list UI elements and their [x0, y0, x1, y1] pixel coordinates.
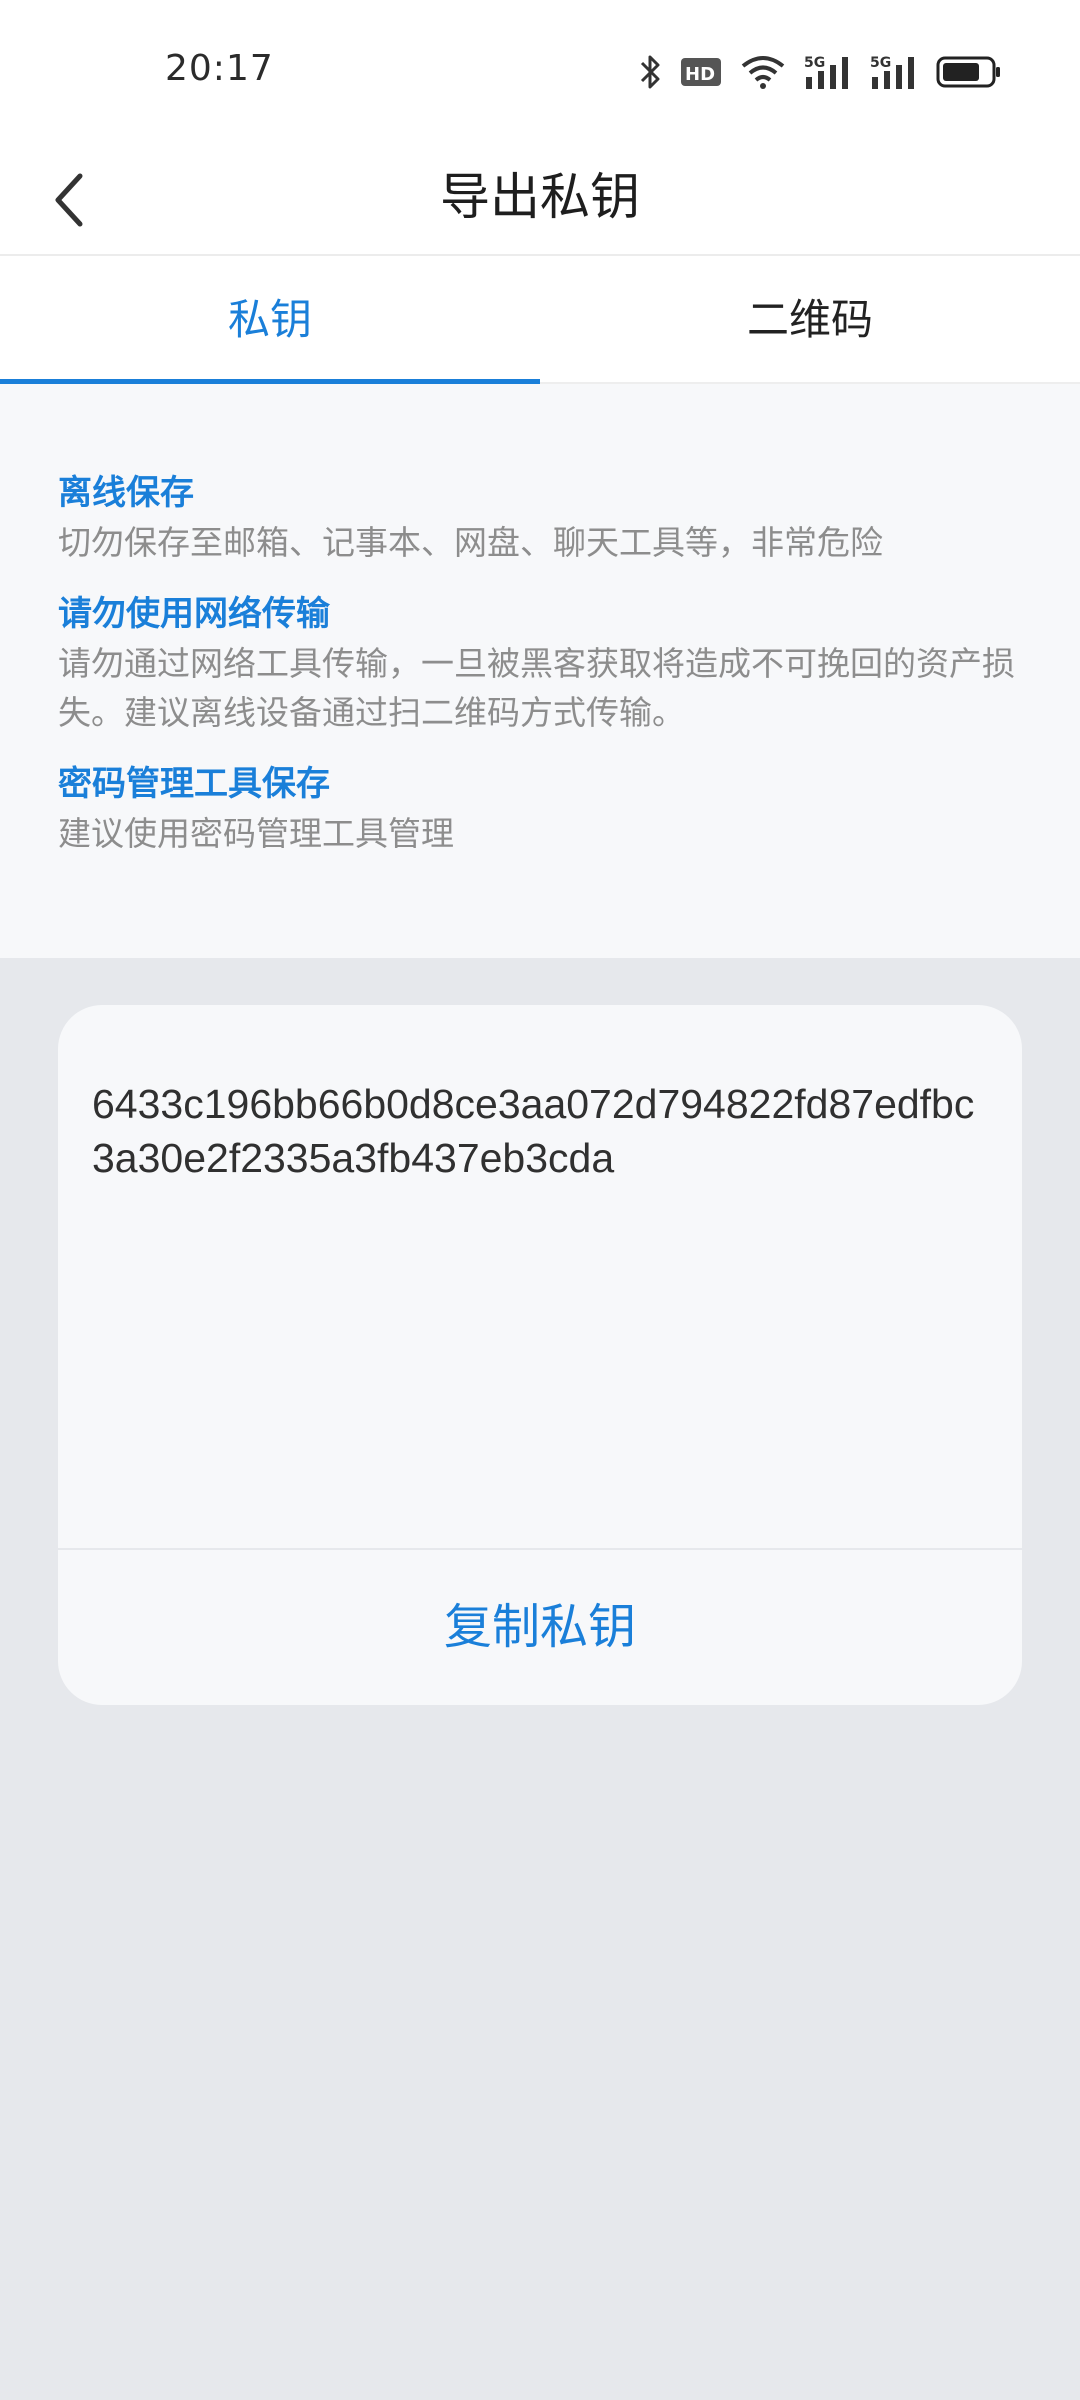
- tip-password-manager: 密码管理工具保存 建议使用密码管理工具管理: [58, 759, 1022, 858]
- tip-no-network-transfer: 请勿使用网络传输 请勿通过网络工具传输，一旦被黑客获取将造成不可挽回的资产损失。…: [58, 589, 1022, 737]
- private-key-card: 6433c196bb66b0d8ce3aa072d794822fd87edfbc…: [58, 1005, 1022, 1705]
- status-icons: HD 5G 5G: [638, 50, 1002, 94]
- tip-description: 请勿通过网络工具传输，一旦被黑客获取将造成不可挽回的资产损失。建议离线设备通过扫…: [58, 644, 1015, 732]
- tip-title: 请勿使用网络传输: [58, 594, 330, 634]
- signal-5g-icon: 5G: [804, 53, 852, 91]
- page-title: 导出私钥: [440, 168, 640, 226]
- svg-text:HD: HD: [685, 64, 715, 85]
- hd-icon: HD: [680, 56, 722, 88]
- signal-5g-icon: 5G: [870, 53, 918, 91]
- tab-qr-code[interactable]: 二维码: [540, 256, 1080, 382]
- tip-offline-storage: 离线保存 切勿保存至邮箱、记事本、网盘、聊天工具等，非常危险: [58, 468, 1022, 567]
- status-time: 20:17: [165, 48, 274, 89]
- bluetooth-icon: [638, 53, 662, 91]
- tab-private-key[interactable]: 私钥: [0, 256, 540, 384]
- tip-description: 切勿保存至邮箱、记事本、网盘、聊天工具等，非常危险: [58, 523, 883, 562]
- wifi-icon: [740, 54, 786, 90]
- svg-text:5G: 5G: [804, 55, 825, 71]
- copy-private-key-button[interactable]: 复制私钥: [58, 1550, 1022, 1705]
- svg-text:5G: 5G: [870, 55, 891, 71]
- tab-bar: 私钥 二维码: [0, 256, 1080, 384]
- tip-title: 离线保存: [58, 473, 194, 513]
- header: 导出私钥: [0, 140, 1080, 256]
- tip-title: 密码管理工具保存: [58, 764, 330, 804]
- security-tips: 离线保存 切勿保存至邮箱、记事本、网盘、聊天工具等，非常危险 请勿使用网络传输 …: [0, 384, 1080, 958]
- tip-description: 建议使用密码管理工具管理: [58, 814, 454, 853]
- battery-icon: [936, 56, 1002, 88]
- status-bar: 20:17 HD 5G 5G: [0, 0, 1080, 140]
- private-key-text: 6433c196bb66b0d8ce3aa072d794822fd87edfbc…: [92, 1081, 975, 1181]
- screen: 20:17 HD 5G 5G 导出私钥 私钥 二维码 离线保存 切勿保存至邮箱、…: [0, 0, 1080, 2400]
